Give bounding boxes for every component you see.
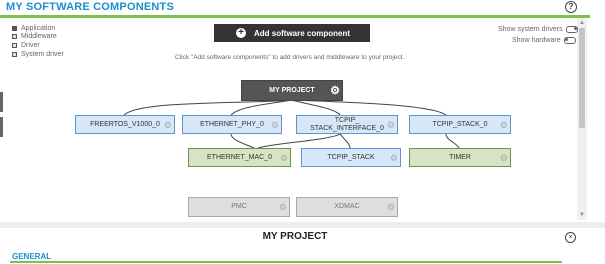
close-icon[interactable]: × bbox=[565, 232, 576, 243]
gear-icon[interactable]: ⚙ bbox=[280, 153, 288, 162]
node-label: TIMER bbox=[449, 153, 471, 161]
edge-root-freertos bbox=[123, 99, 293, 116]
edge-interface-mac bbox=[257, 133, 341, 149]
panel-divider bbox=[0, 222, 605, 228]
edge-root-tcpip-stack bbox=[291, 99, 447, 116]
gear-icon[interactable]: ⚙ bbox=[387, 203, 395, 212]
node-pmc[interactable]: PMC ⚙ bbox=[188, 197, 290, 217]
node-ethernet-mac[interactable]: ETHERNET_MAC_0 ⚙ bbox=[188, 148, 291, 167]
gear-icon[interactable]: ⚙ bbox=[330, 85, 340, 96]
section-rule bbox=[10, 261, 562, 263]
edge-phy-mac bbox=[230, 133, 255, 149]
node-tcpip-stack-0[interactable]: TCPIP_STACK_0 ⚙ bbox=[409, 115, 511, 134]
edge-root-stack-interface bbox=[291, 99, 341, 116]
node-tcpip-stack-interface[interactable]: TCPIP_ STACK_INTERFACE_0 ⚙ bbox=[296, 115, 398, 134]
node-label: TCPIP_STACK bbox=[327, 153, 375, 161]
section-general[interactable]: GENERAL bbox=[12, 252, 51, 261]
node-xdmac[interactable]: XDMAC ⚙ bbox=[296, 197, 398, 217]
node-label: XDMAC bbox=[334, 203, 360, 210]
edge-stack-timer bbox=[445, 133, 460, 149]
edge-interface-stack bbox=[339, 133, 351, 149]
gear-icon[interactable]: ⚙ bbox=[164, 120, 172, 129]
gear-icon[interactable]: ⚙ bbox=[390, 153, 398, 162]
gear-icon[interactable]: ⚙ bbox=[500, 153, 508, 162]
node-label: MY PROJECT bbox=[269, 86, 315, 94]
gear-icon[interactable]: ⚙ bbox=[500, 120, 508, 129]
details-title: MY PROJECT bbox=[262, 231, 328, 242]
node-label: PMC bbox=[231, 203, 247, 210]
node-timer[interactable]: TIMER ⚙ bbox=[409, 148, 511, 167]
node-my-project[interactable]: MY PROJECT ⚙ bbox=[241, 80, 343, 101]
node-label: TCPIP_ STACK_INTERFACE_0 bbox=[310, 116, 384, 132]
gear-icon[interactable]: ⚙ bbox=[271, 120, 279, 129]
gear-icon[interactable]: ⚙ bbox=[387, 120, 395, 129]
node-freertos[interactable]: FREERTOS_V1000_0 ⚙ bbox=[75, 115, 175, 134]
node-label: ETHERNET_MAC_0 bbox=[207, 153, 272, 161]
node-label: TCPIP_STACK_0 bbox=[432, 120, 488, 128]
gear-icon[interactable]: ⚙ bbox=[279, 203, 287, 212]
node-label: FREERTOS_V1000_0 bbox=[90, 120, 160, 128]
node-tcpip-stack[interactable]: TCPIP_STACK ⚙ bbox=[301, 148, 401, 167]
node-label: ETHERNET_PHY_0 bbox=[200, 120, 264, 128]
node-ethernet-phy[interactable]: ETHERNET_PHY_0 ⚙ bbox=[182, 115, 282, 134]
